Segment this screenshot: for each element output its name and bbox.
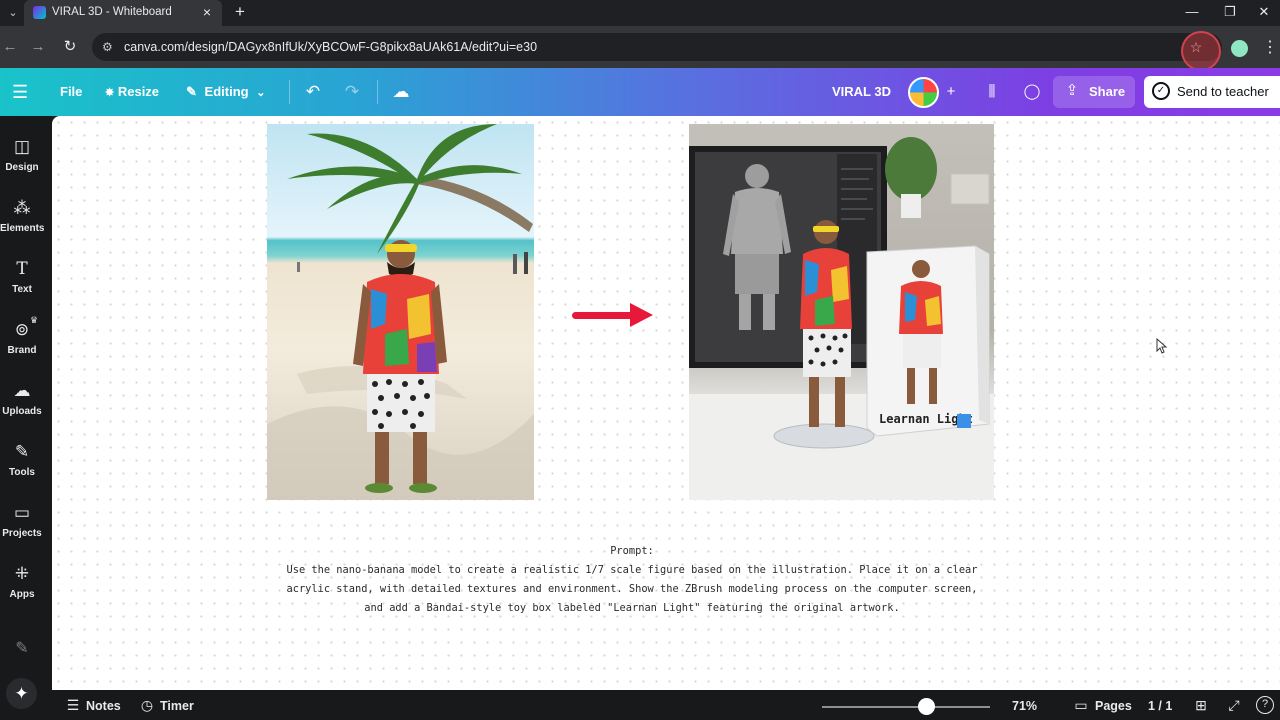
prompt-title: Prompt: <box>610 544 654 557</box>
click-highlight-ring <box>1181 31 1221 71</box>
uploads-icon: ☁ <box>13 381 31 400</box>
pencil-icon: ✎ <box>186 84 197 99</box>
sidebar-item-elements[interactable]: ⁂ Elements <box>0 197 44 253</box>
figure-render-illustration: Learnan Light <box>689 137 994 500</box>
magic-media-icon[interactable]: ✎ <box>10 637 34 661</box>
sidebar-item-label: Text <box>12 284 32 295</box>
magic-sparkle-icon: ✸ <box>105 87 115 99</box>
divider <box>377 80 378 104</box>
tab-title: VIRAL 3D - Whiteboard <box>52 6 172 18</box>
sidebar-item-label: Design <box>5 162 39 173</box>
site-settings-icon[interactable]: ⚙ <box>102 40 116 54</box>
url-text: canva.com/design/DAGyx8nIfUk/XyBCOwF-G8p… <box>124 40 538 54</box>
share-upload-icon: ⇪ <box>1065 82 1079 99</box>
file-menu-button[interactable]: File <box>60 81 82 103</box>
browser-menu-icon[interactable]: ⋮ <box>1262 38 1278 58</box>
insights-chart-icon[interactable]: ⫼ <box>977 78 1007 106</box>
help-icon[interactable]: ? <box>1256 696 1274 714</box>
crown-icon: ♛ <box>30 315 39 325</box>
new-tab-plus-icon[interactable]: + <box>230 2 250 22</box>
invite-plus-icon[interactable]: + <box>936 78 966 106</box>
prompt-body: Use the nano-banana model to create a re… <box>286 563 978 614</box>
send-to-teacher-label: Send to teacher <box>1177 84 1269 99</box>
editor-header: ☰ File ✸ Resize ✎ Editing ⌄ ↶ ↷ ☁ VIRAL … <box>0 68 1280 116</box>
timer-button[interactable]: Timer <box>160 697 194 715</box>
canva-favicon-icon <box>33 6 46 19</box>
sidebar-item-label: Projects <box>2 528 42 539</box>
side-panel-nav: ◫ Design ⁂ Elements T Text ♛ ⊚ Brand ☁ U… <box>0 116 52 720</box>
zoom-percentage[interactable]: 71% <box>1012 697 1037 715</box>
sidebar-item-label: Tools <box>9 467 35 478</box>
page-count[interactable]: 1 / 1 <box>1148 697 1172 715</box>
share-button[interactable]: ⇪ Share <box>1053 76 1135 108</box>
browser-tab-bar: ⌄ VIRAL 3D - Whiteboard × + — ❐ ✕ <box>0 0 1280 26</box>
projects-icon: ▭ <box>13 503 31 522</box>
restore-window-icon[interactable]: ❐ <box>1216 2 1244 22</box>
sidebar-item-label: Elements <box>0 223 45 234</box>
design-title[interactable]: VIRAL 3D <box>832 84 891 99</box>
mouse-cursor-icon <box>1156 338 1168 354</box>
editing-mode-button[interactable]: ✎ Editing ⌄ <box>186 81 265 103</box>
forward-arrow-icon[interactable]: → <box>28 37 48 57</box>
beach-photo-illustration <box>267 124 534 500</box>
address-bar[interactable]: ⚙ canva.com/design/DAGyx8nIfUk/XyBCOwF-G… <box>92 33 1222 61</box>
comment-icon[interactable]: ◯ <box>1017 78 1047 106</box>
browser-toolbar: ← → ↻ ⚙ canva.com/design/DAGyx8nIfUk/XyB… <box>0 26 1280 68</box>
resize-label: Resize <box>117 84 160 99</box>
sidebar-item-brand[interactable]: ♛ ⊚ Brand <box>0 315 44 375</box>
profile-avatar[interactable] <box>1231 40 1248 57</box>
close-tab-icon[interactable]: × <box>198 3 216 21</box>
beach-photo-image[interactable] <box>267 124 534 500</box>
notes-button[interactable]: Notes <box>86 697 121 715</box>
canva-assistant-sparkle-icon[interactable]: ✦ <box>6 678 37 709</box>
sidebar-item-projects[interactable]: ▭ Projects <box>0 502 44 558</box>
divider <box>289 80 290 104</box>
design-icon: ◫ <box>13 137 31 156</box>
close-window-icon[interactable]: ✕ <box>1250 2 1278 22</box>
timer-icon: ◷ <box>140 697 154 713</box>
grid-view-icon[interactable]: ⊞ <box>1192 696 1210 714</box>
prompt-text-block[interactable]: Prompt: Use the nano-banana model to cre… <box>284 541 980 617</box>
pages-icon: ▭ <box>1074 697 1088 713</box>
fullscreen-expand-icon[interactable]: ⤢ <box>1225 696 1243 714</box>
back-arrow-icon[interactable]: ← <box>0 37 20 57</box>
sidebar-item-label: Apps <box>9 589 35 600</box>
elements-icon: ⁂ <box>13 198 31 217</box>
zoom-slider-thumb[interactable] <box>918 698 936 715</box>
whiteboard-canvas[interactable]: Learnan Light Prompt: Use the nano-banan… <box>52 116 1280 690</box>
chevron-down-icon: ⌄ <box>256 87 266 99</box>
sidebar-item-text[interactable]: T Text <box>0 258 44 314</box>
reload-icon[interactable]: ↻ <box>60 37 80 57</box>
redo-icon[interactable]: ↷ <box>341 81 363 103</box>
pages-button[interactable]: Pages <box>1095 697 1132 715</box>
figure-render-image[interactable]: Learnan Light <box>689 124 994 500</box>
share-label: Share <box>1089 84 1126 99</box>
text-icon: T <box>16 259 28 279</box>
minimize-window-icon[interactable]: — <box>1178 2 1206 22</box>
sidebar-item-apps[interactable]: ⁜ Apps <box>0 563 44 619</box>
sidebar-item-tools[interactable]: ✎ Tools <box>0 441 44 497</box>
zoom-slider-track[interactable] <box>822 706 990 708</box>
notes-icon: ☰ <box>66 697 80 713</box>
red-arrow-right-icon <box>572 303 653 327</box>
editor-footer: ☰ Notes ◷ Timer 71% ▭ Pages 1 / 1 ⊞ ⤢ ? <box>52 690 1280 720</box>
browser-tab[interactable]: VIRAL 3D - Whiteboard × <box>24 0 222 26</box>
tools-icon: ✎ <box>14 442 30 461</box>
apps-icon: ⁜ <box>14 564 30 583</box>
sidebar-item-uploads[interactable]: ☁ Uploads <box>0 380 44 436</box>
sidebar-item-design[interactable]: ◫ Design <box>0 136 44 192</box>
main-menu-icon[interactable]: ☰ <box>12 82 32 102</box>
cloud-saved-icon[interactable]: ☁ <box>390 81 412 103</box>
sidebar-item-label: Brand <box>7 345 37 356</box>
send-to-teacher-button[interactable]: ✓ Send to teacher <box>1144 76 1280 108</box>
undo-icon[interactable]: ↶ <box>302 81 324 103</box>
editing-label: Editing <box>204 84 249 99</box>
tab-list-chevron-icon[interactable]: ⌄ <box>4 4 22 22</box>
check-circle-icon: ✓ <box>1152 82 1170 100</box>
resize-button[interactable]: ✸ Resize <box>105 81 159 103</box>
sidebar-item-label: Uploads <box>2 406 42 417</box>
collaborator-avatar[interactable] <box>908 77 939 108</box>
